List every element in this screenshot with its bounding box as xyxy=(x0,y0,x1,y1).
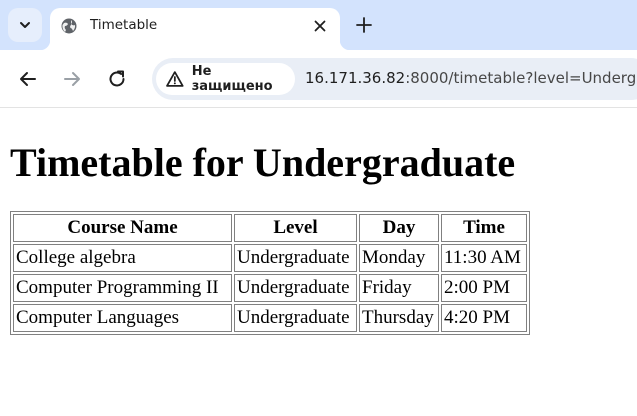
column-header-course-name: Course Name xyxy=(13,214,232,242)
cell-course-name: Computer Programming II xyxy=(13,274,232,302)
cell-time: 2:00 PM xyxy=(441,274,527,302)
table-row: College algebra Undergraduate Monday 11:… xyxy=(13,244,527,272)
warning-triangle-icon xyxy=(166,71,184,87)
cell-course-name: College algebra xyxy=(13,244,232,272)
cell-time: 11:30 AM xyxy=(441,244,527,272)
tab-search-button[interactable] xyxy=(8,8,42,42)
close-icon[interactable] xyxy=(312,18,328,34)
cell-level: Undergraduate xyxy=(234,304,357,332)
globe-icon xyxy=(61,18,77,34)
chevron-down-icon xyxy=(20,22,30,28)
table-header-row: Course Name Level Day Time xyxy=(13,214,527,242)
tab-strip: Timetable xyxy=(0,0,637,50)
address-bar[interactable]: Не защищено 16.171.36.82:8000/timetable?… xyxy=(152,58,637,100)
timetable-table: Course Name Level Day Time College algeb… xyxy=(10,211,530,335)
reload-icon[interactable] xyxy=(106,68,128,90)
security-label: Не защищено xyxy=(191,64,273,94)
cell-day: Monday xyxy=(359,244,439,272)
url-text[interactable]: 16.171.36.82:8000/timetable?level=Underg… xyxy=(305,69,637,87)
cell-level: Undergraduate xyxy=(234,244,357,272)
new-tab-plus-icon[interactable] xyxy=(355,16,373,34)
cell-time: 4:20 PM xyxy=(441,304,527,332)
cell-course-name: Computer Languages xyxy=(13,304,232,332)
forward-arrow-icon[interactable] xyxy=(61,68,83,90)
tab-title: Timetable xyxy=(90,17,158,33)
url-path: :8000/timetable?level=Undergr xyxy=(405,69,637,87)
column-header-time: Time xyxy=(441,214,527,242)
cell-day: Friday xyxy=(359,274,439,302)
table-row: Computer Programming II Undergraduate Fr… xyxy=(13,274,527,302)
column-header-level: Level xyxy=(234,214,357,242)
cell-level: Undergraduate xyxy=(234,274,357,302)
cell-day: Thursday xyxy=(359,304,439,332)
security-status-chip[interactable]: Не защищено xyxy=(156,63,295,95)
back-arrow-icon[interactable] xyxy=(17,68,39,90)
page-title: Timetable for Undergraduate xyxy=(10,140,516,185)
url-host: 16.171.36.82 xyxy=(305,69,406,87)
table-row: Computer Languages Undergraduate Thursda… xyxy=(13,304,527,332)
tab-timetable[interactable]: Timetable xyxy=(40,8,350,50)
browser-toolbar: Не защищено 16.171.36.82:8000/timetable?… xyxy=(0,50,637,108)
column-header-day: Day xyxy=(359,214,439,242)
